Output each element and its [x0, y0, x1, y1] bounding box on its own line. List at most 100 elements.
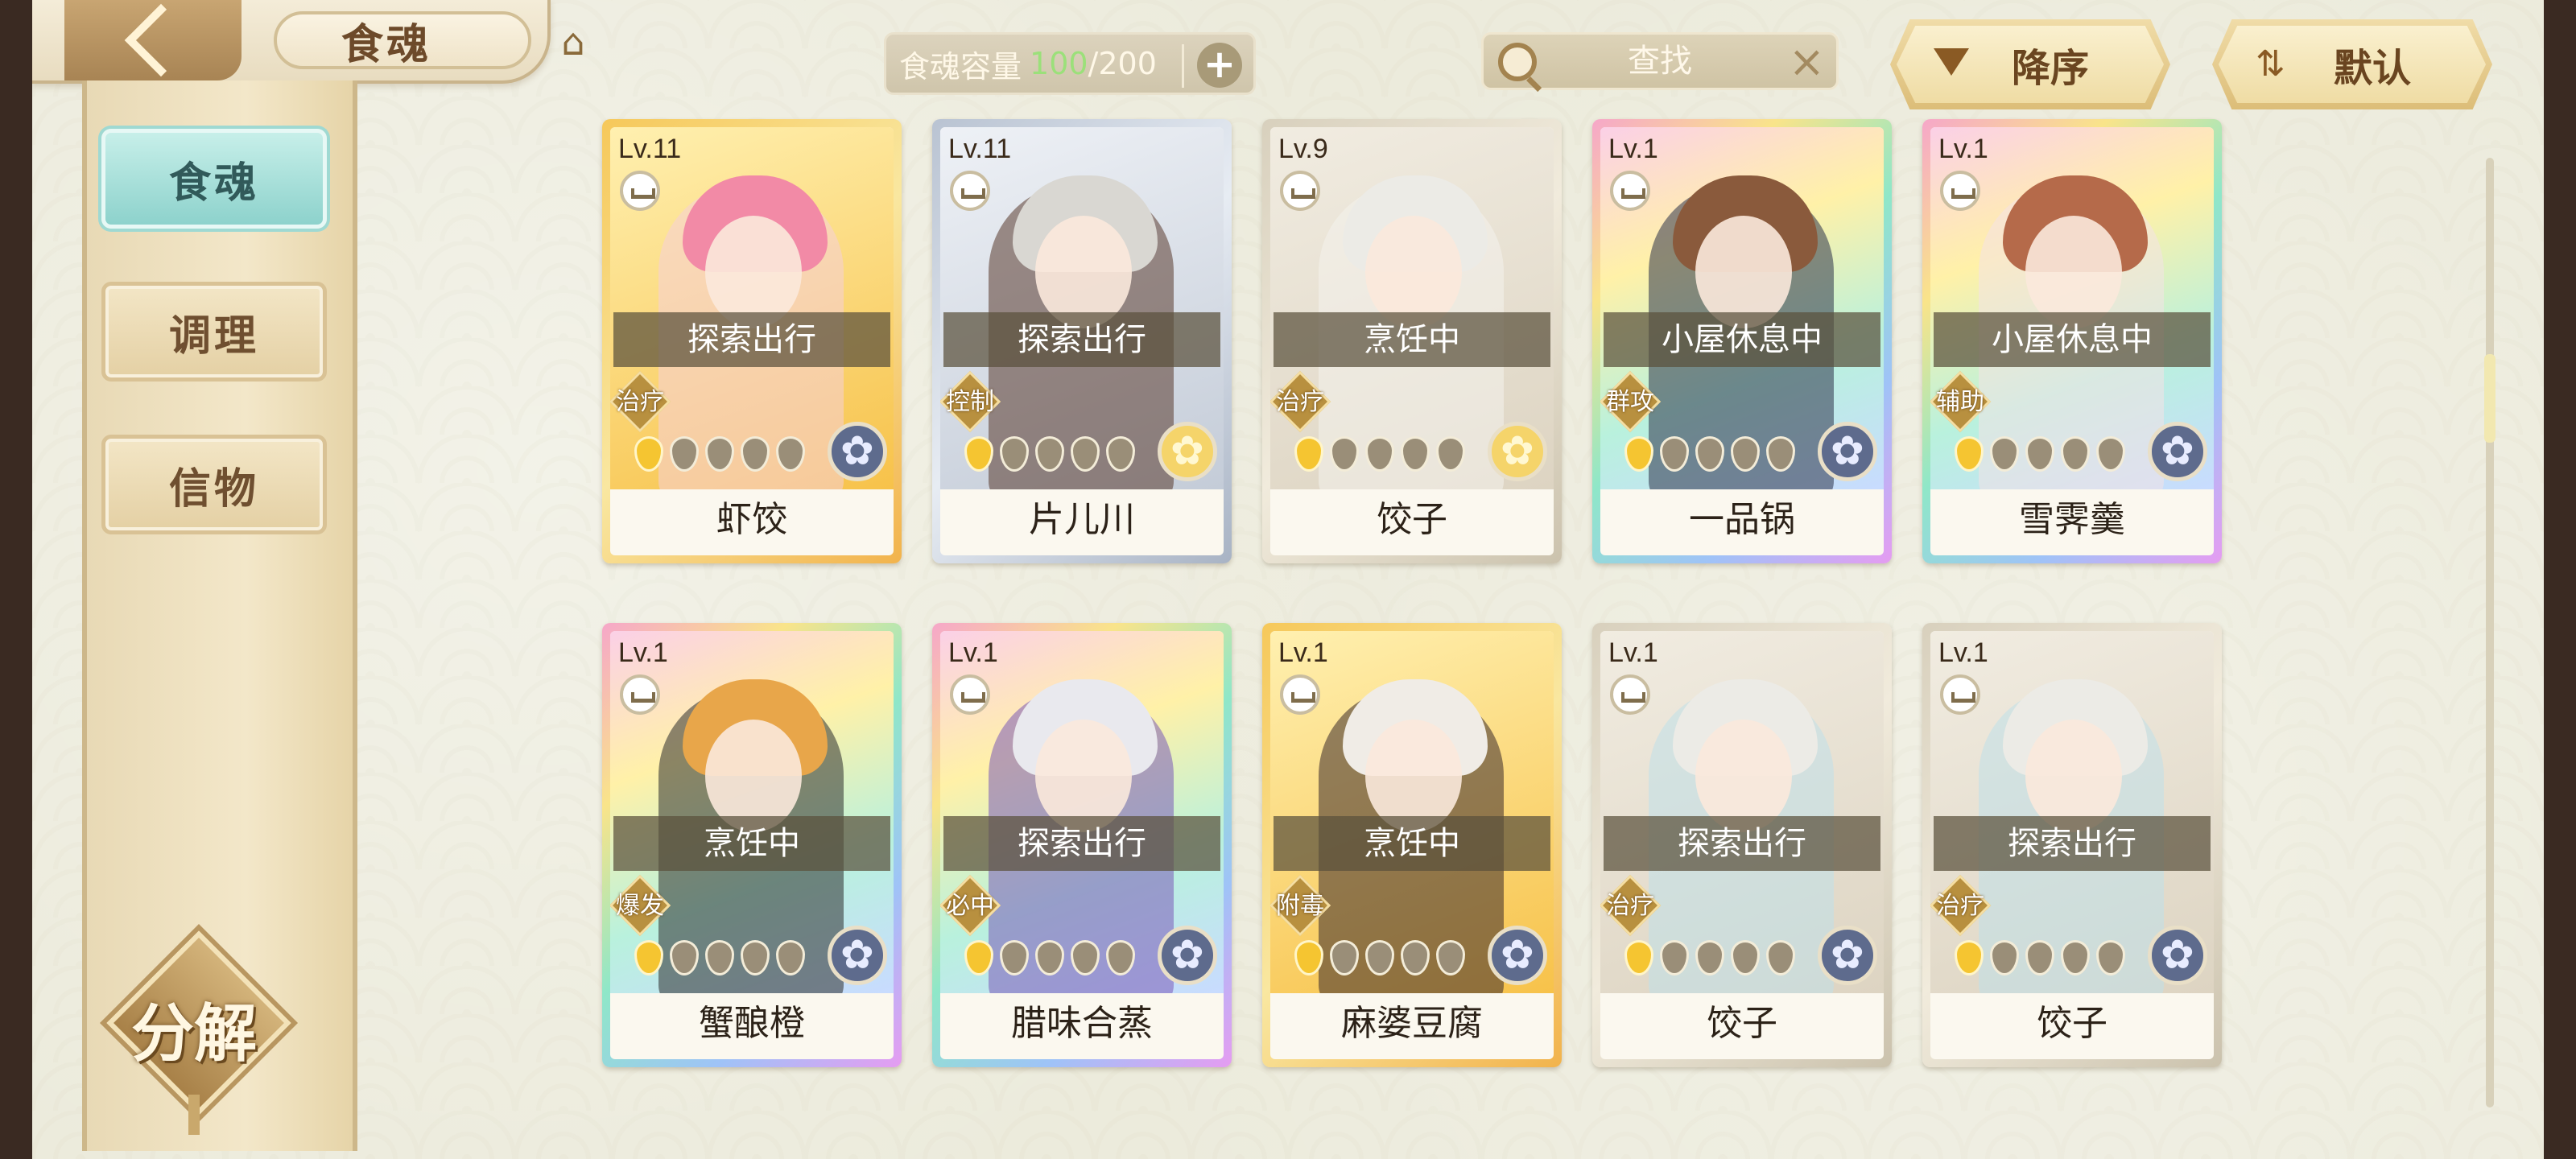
header-bar: 食魂: [32, 0, 551, 84]
food-soul-card[interactable]: Lv.1 烹饪中 附毒 麻婆豆腐: [1262, 623, 1562, 1067]
star-rating: [1955, 940, 2125, 979]
lock-icon[interactable]: [950, 171, 990, 211]
role-label: 爆发: [616, 892, 664, 920]
card-level: Lv.1: [1608, 637, 1658, 668]
star-icon: [1401, 436, 1430, 472]
lock-icon[interactable]: [1940, 674, 1980, 715]
star-icon: [1990, 940, 2019, 975]
lock-icon[interactable]: [1940, 171, 1980, 211]
role-badge: 辅助: [1930, 370, 1992, 433]
lock-icon[interactable]: [950, 674, 990, 715]
star-icon: [964, 436, 993, 472]
card-status: 烹饪中: [613, 816, 890, 871]
character-face: [1035, 216, 1132, 328]
role-badge: 治疗: [610, 370, 671, 433]
sidebar-item-label: 调理: [168, 311, 259, 361]
card-level: Lv.11: [618, 134, 682, 164]
clear-search-icon[interactable]: ×: [1789, 38, 1825, 86]
food-soul-card[interactable]: Lv.11 探索出行 控制 片儿川: [932, 119, 1232, 563]
card-name: 腊味合蒸: [1011, 1003, 1153, 1044]
search-field[interactable]: 查找 ×: [1481, 32, 1839, 90]
back-button[interactable]: [64, 0, 242, 80]
food-soul-card[interactable]: Lv.1 探索出行 治疗 饺子: [1592, 623, 1892, 1067]
card-inner: Lv.1 小屋休息中 辅助 雪霁羹: [1930, 127, 2214, 555]
role-label: 治疗: [1276, 388, 1324, 416]
scrollbar-track[interactable]: [2486, 158, 2494, 1107]
food-soul-card[interactable]: Lv.9 烹饪中 治疗 饺子: [1262, 119, 1562, 563]
card-status: 探索出行: [1604, 816, 1880, 871]
role-label: 附毒: [1276, 892, 1324, 920]
sort-mode-label: 默认: [2333, 46, 2411, 91]
capacity-display: 食魂容量 100 / 200 +: [884, 32, 1256, 95]
expand-capacity-button[interactable]: +: [1197, 43, 1242, 88]
decompose-button[interactable]: 分解: [106, 930, 291, 1135]
character-face: [1365, 216, 1462, 328]
rarity-emblem-icon: [1818, 422, 1877, 481]
rarity-emblem-icon: [1488, 422, 1547, 481]
star-icon: [1436, 436, 1465, 472]
star-rating: [1955, 436, 2125, 475]
star-icon: [2025, 940, 2054, 975]
card-inner: Lv.1 小屋休息中 群攻 一品锅: [1600, 127, 1884, 555]
card-name: 麻婆豆腐: [1341, 1003, 1483, 1044]
star-icon: [741, 940, 770, 975]
card-inner: Lv.1 探索出行 必中 腊味合蒸: [940, 631, 1224, 1059]
star-icon: [1955, 436, 1984, 472]
sidebar-item-conditioning[interactable]: 调理: [101, 282, 327, 382]
card-name: 蟹酿橙: [699, 1003, 805, 1044]
game-screen: 食魂 ⌂ 食魂容量 100 / 200 + 查找 × 降序 ⇅ 默认 食魂 调理…: [32, 0, 2544, 1159]
star-icon: [2061, 940, 2090, 975]
star-icon: [1294, 436, 1323, 472]
food-soul-card[interactable]: Lv.1 探索出行 必中 腊味合蒸: [932, 623, 1232, 1067]
card-inner: Lv.1 探索出行 治疗 饺子: [1600, 631, 1884, 1059]
capacity-label: 食魂容量: [899, 48, 1022, 85]
rarity-emblem-icon: [828, 926, 887, 985]
food-soul-card[interactable]: Lv.1 小屋休息中 群攻 一品锅: [1592, 119, 1892, 563]
rarity-emblem-icon: [2148, 926, 2207, 985]
star-icon: [1071, 940, 1100, 975]
food-soul-card[interactable]: Lv.1 烹饪中 爆发 蟹酿橙: [602, 623, 902, 1067]
lock-icon[interactable]: [1610, 171, 1650, 211]
star-rating: [1294, 436, 1465, 475]
lock-icon[interactable]: [620, 674, 660, 715]
star-icon: [1035, 940, 1064, 975]
card-status: 烹饪中: [1274, 312, 1550, 367]
lock-icon[interactable]: [620, 171, 660, 211]
star-rating: [634, 940, 805, 979]
role-badge: 治疗: [1270, 370, 1331, 433]
star-icon: [1330, 940, 1359, 975]
food-soul-card[interactable]: Lv.1 小屋休息中 辅助 雪霁羹: [1922, 119, 2222, 563]
rarity-emblem-icon: [1158, 422, 1217, 481]
star-rating: [634, 436, 805, 475]
rarity-emblem-icon: [1158, 926, 1217, 985]
food-soul-card[interactable]: Lv.1 探索出行 治疗 饺子: [1922, 623, 2222, 1067]
sort-order-button[interactable]: 降序: [1890, 19, 2170, 109]
star-icon: [1035, 436, 1064, 472]
star-rating: [1624, 436, 1795, 475]
role-badge: 治疗: [1600, 874, 1662, 937]
star-icon: [1766, 940, 1795, 975]
sidebar-item-food-souls[interactable]: 食魂: [101, 129, 327, 229]
rarity-emblem-icon: [2148, 422, 2207, 481]
role-label: 治疗: [616, 388, 664, 416]
lock-icon[interactable]: [1280, 674, 1320, 715]
scrollbar-thumb[interactable]: [2484, 354, 2496, 443]
card-name: 饺子: [1707, 1003, 1777, 1044]
star-icon: [1695, 940, 1724, 975]
card-inner: Lv.1 烹饪中 附毒 麻婆豆腐: [1270, 631, 1554, 1059]
lock-icon[interactable]: [1280, 171, 1320, 211]
sort-mode-button[interactable]: ⇅ 默认: [2212, 19, 2492, 109]
star-rating: [964, 940, 1135, 979]
search-label: 查找: [1628, 43, 1692, 80]
star-icon: [1695, 436, 1724, 472]
lock-icon[interactable]: [1610, 674, 1650, 715]
food-soul-card[interactable]: Lv.11 探索出行 治疗 虾饺: [602, 119, 902, 563]
card-name: 饺子: [1377, 499, 1447, 540]
home-icon[interactable]: ⌂: [549, 23, 597, 60]
card-name: 片儿川: [1029, 499, 1135, 540]
card-name: 一品锅: [1689, 499, 1795, 540]
role-label: 治疗: [1936, 892, 1984, 920]
card-inner: Lv.1 探索出行 治疗 饺子: [1930, 631, 2214, 1059]
sidebar-item-tokens[interactable]: 信物: [101, 435, 327, 534]
capacity-current: 100: [1030, 46, 1088, 81]
